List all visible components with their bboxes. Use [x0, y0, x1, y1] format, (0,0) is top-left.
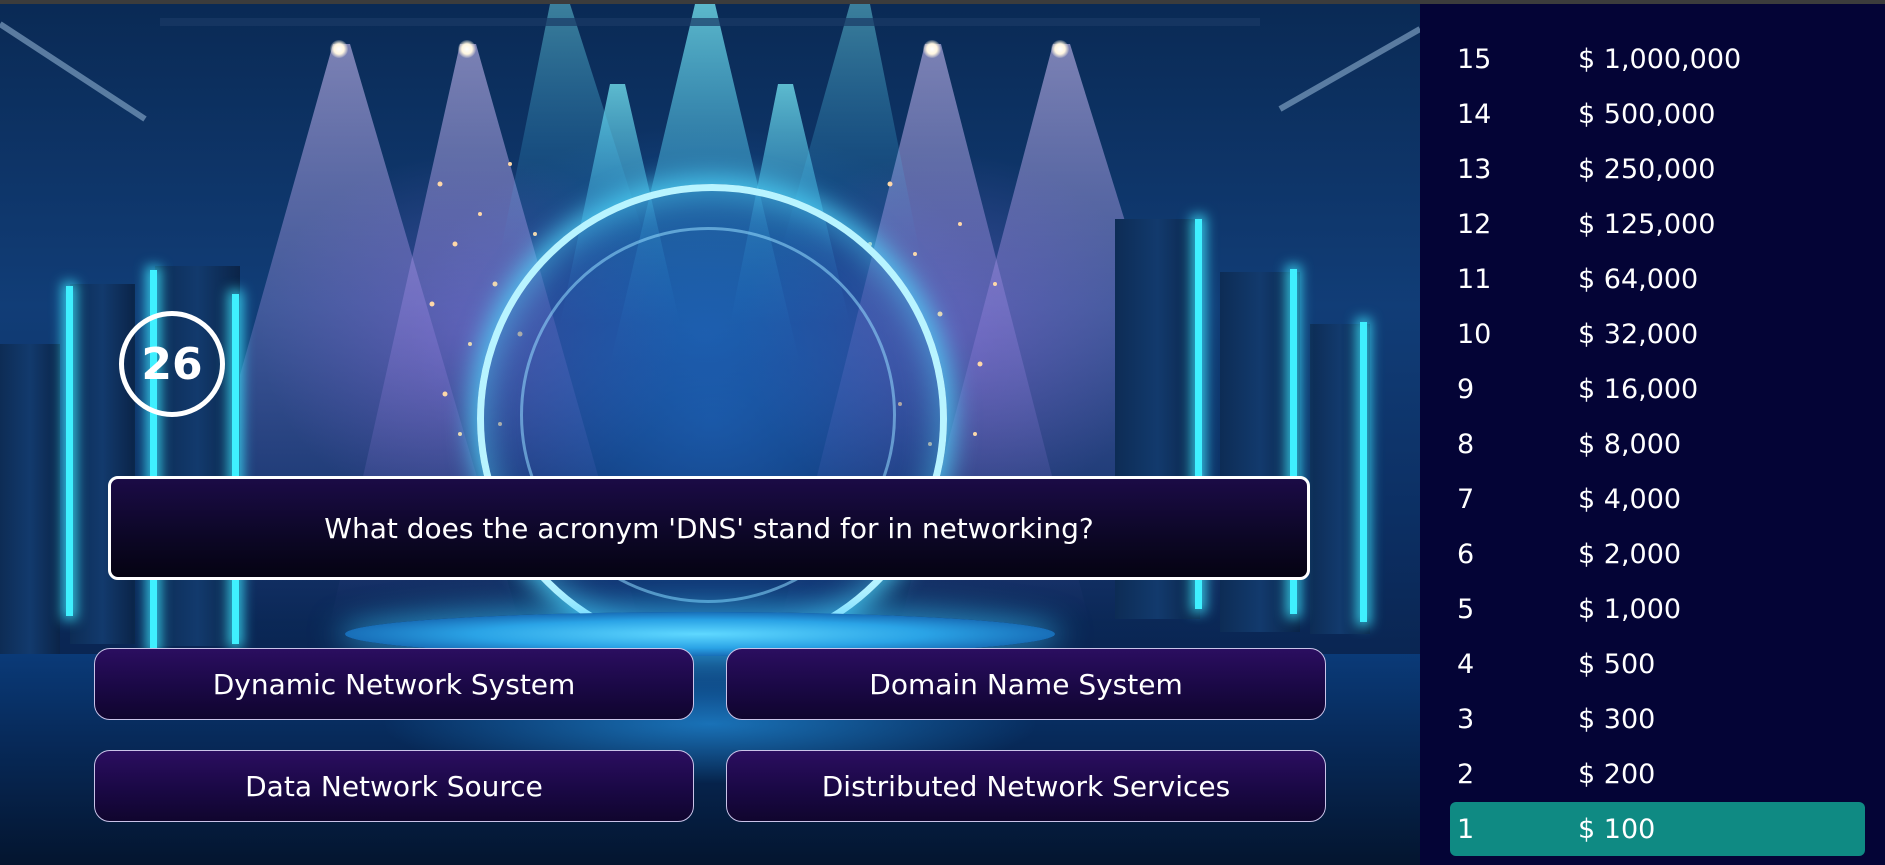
- ladder-amount: $ 250,000: [1578, 154, 1716, 185]
- ladder-amount: $ 500,000: [1578, 99, 1716, 130]
- neon-strip: [66, 286, 73, 616]
- neon-strip: [232, 294, 239, 644]
- ladder-row: 6 $ 2,000: [1450, 527, 1865, 581]
- ladder-level: 7: [1457, 484, 1475, 515]
- answer-label: Data Network Source: [245, 769, 543, 803]
- answer-button-d[interactable]: Distributed Network Services: [726, 750, 1326, 822]
- ladder-amount: $ 100: [1578, 814, 1656, 845]
- ladder-row: 14 $ 500,000: [1450, 87, 1865, 141]
- ladder-row: 15 $ 1,000,000: [1450, 32, 1865, 86]
- stage-background: [0, 4, 1420, 865]
- ladder-amount: $ 8,000: [1578, 429, 1682, 460]
- ladder-amount: $ 4,000: [1578, 484, 1682, 515]
- ladder-row: 7 $ 4,000: [1450, 472, 1865, 526]
- ladder-level: 13: [1457, 154, 1492, 185]
- answer-label: Domain Name System: [869, 667, 1183, 701]
- spotlight-icon: [330, 40, 348, 58]
- ladder-level: 3: [1457, 704, 1475, 735]
- ladder-row: 3 $ 300: [1450, 692, 1865, 746]
- ladder-amount: $ 32,000: [1578, 319, 1699, 350]
- ladder-row: 11 $ 64,000: [1450, 252, 1865, 306]
- ladder-level: 12: [1457, 209, 1492, 240]
- ladder-level: 2: [1457, 759, 1475, 790]
- ladder-level: 15: [1457, 44, 1492, 75]
- money-ladder: 15 $ 1,000,000 14 $ 500,000 13 $ 250,000 12…: [1420, 4, 1885, 865]
- ladder-amount: $ 1,000,000: [1578, 44, 1742, 75]
- ladder-row: 12 $ 125,000: [1450, 197, 1865, 251]
- answer-button-b[interactable]: Domain Name System: [726, 648, 1326, 720]
- ladder-amount: $ 64,000: [1578, 264, 1699, 295]
- countdown-timer: 26: [119, 311, 225, 417]
- ladder-amount: $ 300: [1578, 704, 1656, 735]
- timer-value: 26: [141, 338, 203, 390]
- ladder-row: 8 $ 8,000: [1450, 417, 1865, 471]
- ladder-amount: $ 200: [1578, 759, 1656, 790]
- ladder-level: 1: [1457, 814, 1475, 845]
- ladder-row: 13 $ 250,000: [1450, 142, 1865, 196]
- ladder-row: 10 $ 32,000: [1450, 307, 1865, 361]
- ladder-row: 2 $ 200: [1450, 747, 1865, 801]
- question-text: What does the acronym 'DNS' stand for in…: [324, 511, 1094, 545]
- answer-label: Dynamic Network System: [212, 667, 576, 701]
- spotlight-icon: [1051, 40, 1069, 58]
- ladder-row: 5 $ 1,000: [1450, 582, 1865, 636]
- ladder-level: 5: [1457, 594, 1475, 625]
- ladder-level: 9: [1457, 374, 1475, 405]
- answer-button-c[interactable]: Data Network Source: [94, 750, 694, 822]
- ladder-level: 4: [1457, 649, 1475, 680]
- neon-strip: [1360, 322, 1367, 622]
- question-box: What does the acronym 'DNS' stand for in…: [108, 476, 1310, 580]
- ladder-amount: $ 16,000: [1578, 374, 1699, 405]
- answer-button-a[interactable]: Dynamic Network System: [94, 648, 694, 720]
- ladder-row: 4 $ 500: [1450, 637, 1865, 691]
- ladder-level: 8: [1457, 429, 1475, 460]
- ladder-level: 6: [1457, 539, 1475, 570]
- ladder-level: 10: [1457, 319, 1492, 350]
- ladder-amount: $ 500: [1578, 649, 1656, 680]
- ladder-row-current: 1 $ 100: [1450, 802, 1865, 856]
- stage-pillar: [0, 344, 60, 674]
- ladder-amount: $ 1,000: [1578, 594, 1682, 625]
- answer-label: Distributed Network Services: [821, 769, 1231, 803]
- ladder-level: 11: [1457, 264, 1492, 295]
- ladder-amount: $ 125,000: [1578, 209, 1716, 240]
- ladder-amount: $ 2,000: [1578, 539, 1682, 570]
- spotlight-icon: [923, 40, 941, 58]
- ladder-row: 9 $ 16,000: [1450, 362, 1865, 416]
- spotlight-icon: [458, 40, 476, 58]
- ladder-level: 14: [1457, 99, 1492, 130]
